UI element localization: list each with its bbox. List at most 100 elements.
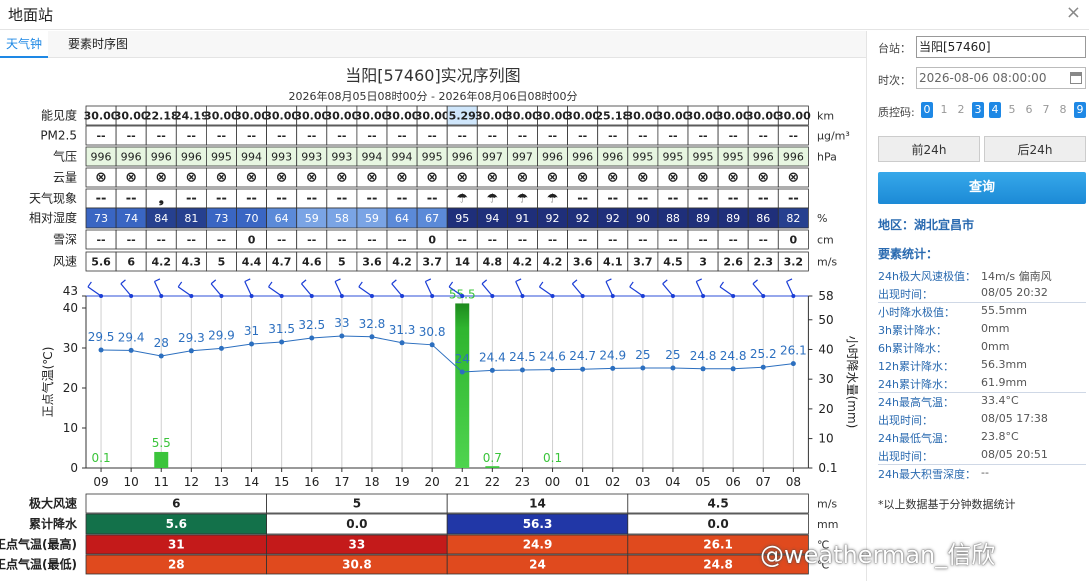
close-icon[interactable]: × <box>1066 2 1081 23</box>
qc-label: 质控码: <box>878 106 915 119</box>
tab-element-series[interactable]: 要素时序图 <box>62 31 134 58</box>
qc-code-5[interactable]: 5 <box>1006 102 1018 118</box>
stats-title: 要素统计： <box>878 247 939 261</box>
stat-row: 24h极大风速极值： 14m/s 偏南风 <box>878 268 1086 284</box>
qc-code-1[interactable]: 1 <box>938 102 950 118</box>
wind-barb-flag <box>719 281 724 288</box>
wind-barb-base <box>791 294 796 298</box>
wind-barb-base <box>309 294 314 298</box>
cell-value-snow: -- <box>217 234 226 247</box>
station-label: 台站： <box>878 42 911 55</box>
wind-barb <box>334 281 343 297</box>
cell-value-wind: 4.3 <box>182 256 202 269</box>
wind-barb <box>177 286 192 297</box>
stat-row: 出现时间： 08/05 17:38 <box>878 412 1086 428</box>
wind-barb-flag <box>515 278 522 283</box>
temperature-point <box>519 367 525 373</box>
temperature-point <box>700 366 706 372</box>
x-tick-label: 22 <box>485 475 500 489</box>
cell-value-pressure: 995 <box>662 151 683 164</box>
x-tick-label: 19 <box>394 475 409 489</box>
cell-value-wind: 4.8 <box>483 256 503 269</box>
qc-code-3[interactable]: 3 <box>972 102 984 118</box>
stat-key: 24h累计降水： <box>878 378 954 391</box>
qc-code-9[interactable]: 9 <box>1074 102 1086 118</box>
wind-barb <box>752 283 764 297</box>
wind-barb-flag <box>448 281 454 288</box>
stat-separator <box>878 302 1086 303</box>
cell-value-snow: -- <box>96 234 105 247</box>
temperature-point <box>489 367 495 373</box>
cell-value-snow: -- <box>307 234 316 247</box>
qc-code-8[interactable]: 8 <box>1057 102 1069 118</box>
y-tick-label: 43 <box>63 284 78 298</box>
query-button[interactable]: 查询 <box>878 172 1086 204</box>
qc-code-6[interactable]: 6 <box>1023 102 1035 118</box>
wind-barb-flag <box>154 278 161 283</box>
wind-barb-base <box>460 294 465 298</box>
temperature-label: 29.9 <box>208 328 235 342</box>
cell-value-visibility: 30.00 <box>415 110 450 123</box>
next-24h-button[interactable]: 后24h <box>984 136 1086 162</box>
temperature-label: 32.5 <box>298 318 325 332</box>
cell-value-snow: -- <box>518 234 527 247</box>
cell-value-pm25: -- <box>187 130 196 143</box>
cell-value-pm25: -- <box>428 130 437 143</box>
temperature-label: 24.9 <box>599 348 626 362</box>
stat-row: 24h最高气温： 33.4°C <box>878 394 1086 410</box>
tab-weather-clock[interactable]: 天气钟 <box>0 31 49 58</box>
temperature-point <box>790 361 796 367</box>
cell-value-cloud: ⊗ <box>577 170 589 186</box>
wind-barb <box>153 281 162 297</box>
cell-value-cloud: ⊗ <box>667 170 679 186</box>
temperature-label: 24.8 <box>690 349 717 363</box>
stat-value: 08/05 17:38 <box>981 412 1048 425</box>
stat-value: 23.8°C <box>981 430 1019 443</box>
cell-value-pm25: -- <box>397 130 406 143</box>
qc-code-0[interactable]: 0 <box>921 102 933 118</box>
temperature-point <box>98 347 104 353</box>
qc-code-7[interactable]: 7 <box>1040 102 1052 118</box>
x-tick-label: 21 <box>455 475 470 489</box>
time-input[interactable]: 2026-08-06 08:00:00 <box>916 67 1086 89</box>
stat-separator <box>878 392 1086 393</box>
cell-value-pressure: 995 <box>723 151 744 164</box>
stat-key: 3h累计降水： <box>878 324 947 337</box>
cell-value-cloud: ⊗ <box>637 170 649 186</box>
cell-value-snow: -- <box>458 234 467 247</box>
cell-value-wind: 3.2 <box>784 256 804 269</box>
cell-value-humidity: 59 <box>305 212 319 225</box>
row-unit-pressure: hPa <box>817 151 837 164</box>
wind-barb-flag <box>120 279 126 285</box>
x-tick-label: 16 <box>304 475 319 489</box>
temperature-label: 24.5 <box>509 350 536 364</box>
station-input[interactable]: 当阳[57460] <box>916 36 1086 58</box>
cell-value-snow: 0 <box>248 234 256 247</box>
qc-code-4[interactable]: 4 <box>989 102 1001 118</box>
wind-barb-base <box>99 294 104 298</box>
cell-value-humidity: 89 <box>726 212 740 225</box>
stat-key: 24h极大风速极值： <box>878 270 976 283</box>
x-tick-label: 14 <box>244 475 259 489</box>
cell-value-wind: 4.2 <box>543 256 563 269</box>
cell-value-cloud: ⊗ <box>366 170 378 186</box>
cell-value-weather: -- <box>216 192 227 207</box>
cell-value-pm25: -- <box>668 130 677 143</box>
precip-bar <box>485 466 500 468</box>
summary-label: 正点气温(最低) <box>0 557 77 572</box>
cell-value-humidity: 92 <box>546 212 560 225</box>
cell-value-cloud: ⊗ <box>95 170 107 186</box>
temperature-label: 24.4 <box>479 350 506 364</box>
row-label-weather: 天气现象 <box>29 191 77 206</box>
cell-value-pressure: 997 <box>512 151 533 164</box>
cell-value-pm25: -- <box>759 130 768 143</box>
qc-code-2[interactable]: 2 <box>955 102 967 118</box>
cell-value-weather: -- <box>788 192 799 207</box>
summary-value: 14 <box>529 497 546 511</box>
cell-value-wind: 3.7 <box>422 256 442 269</box>
wind-barb <box>571 283 584 297</box>
stat-key: 6h累计降水： <box>878 342 947 355</box>
stat-row: 6h累计降水： 0mm <box>878 340 1086 356</box>
prev-24h-button[interactable]: 前24h <box>878 136 980 162</box>
calendar-icon[interactable] <box>1070 72 1082 84</box>
